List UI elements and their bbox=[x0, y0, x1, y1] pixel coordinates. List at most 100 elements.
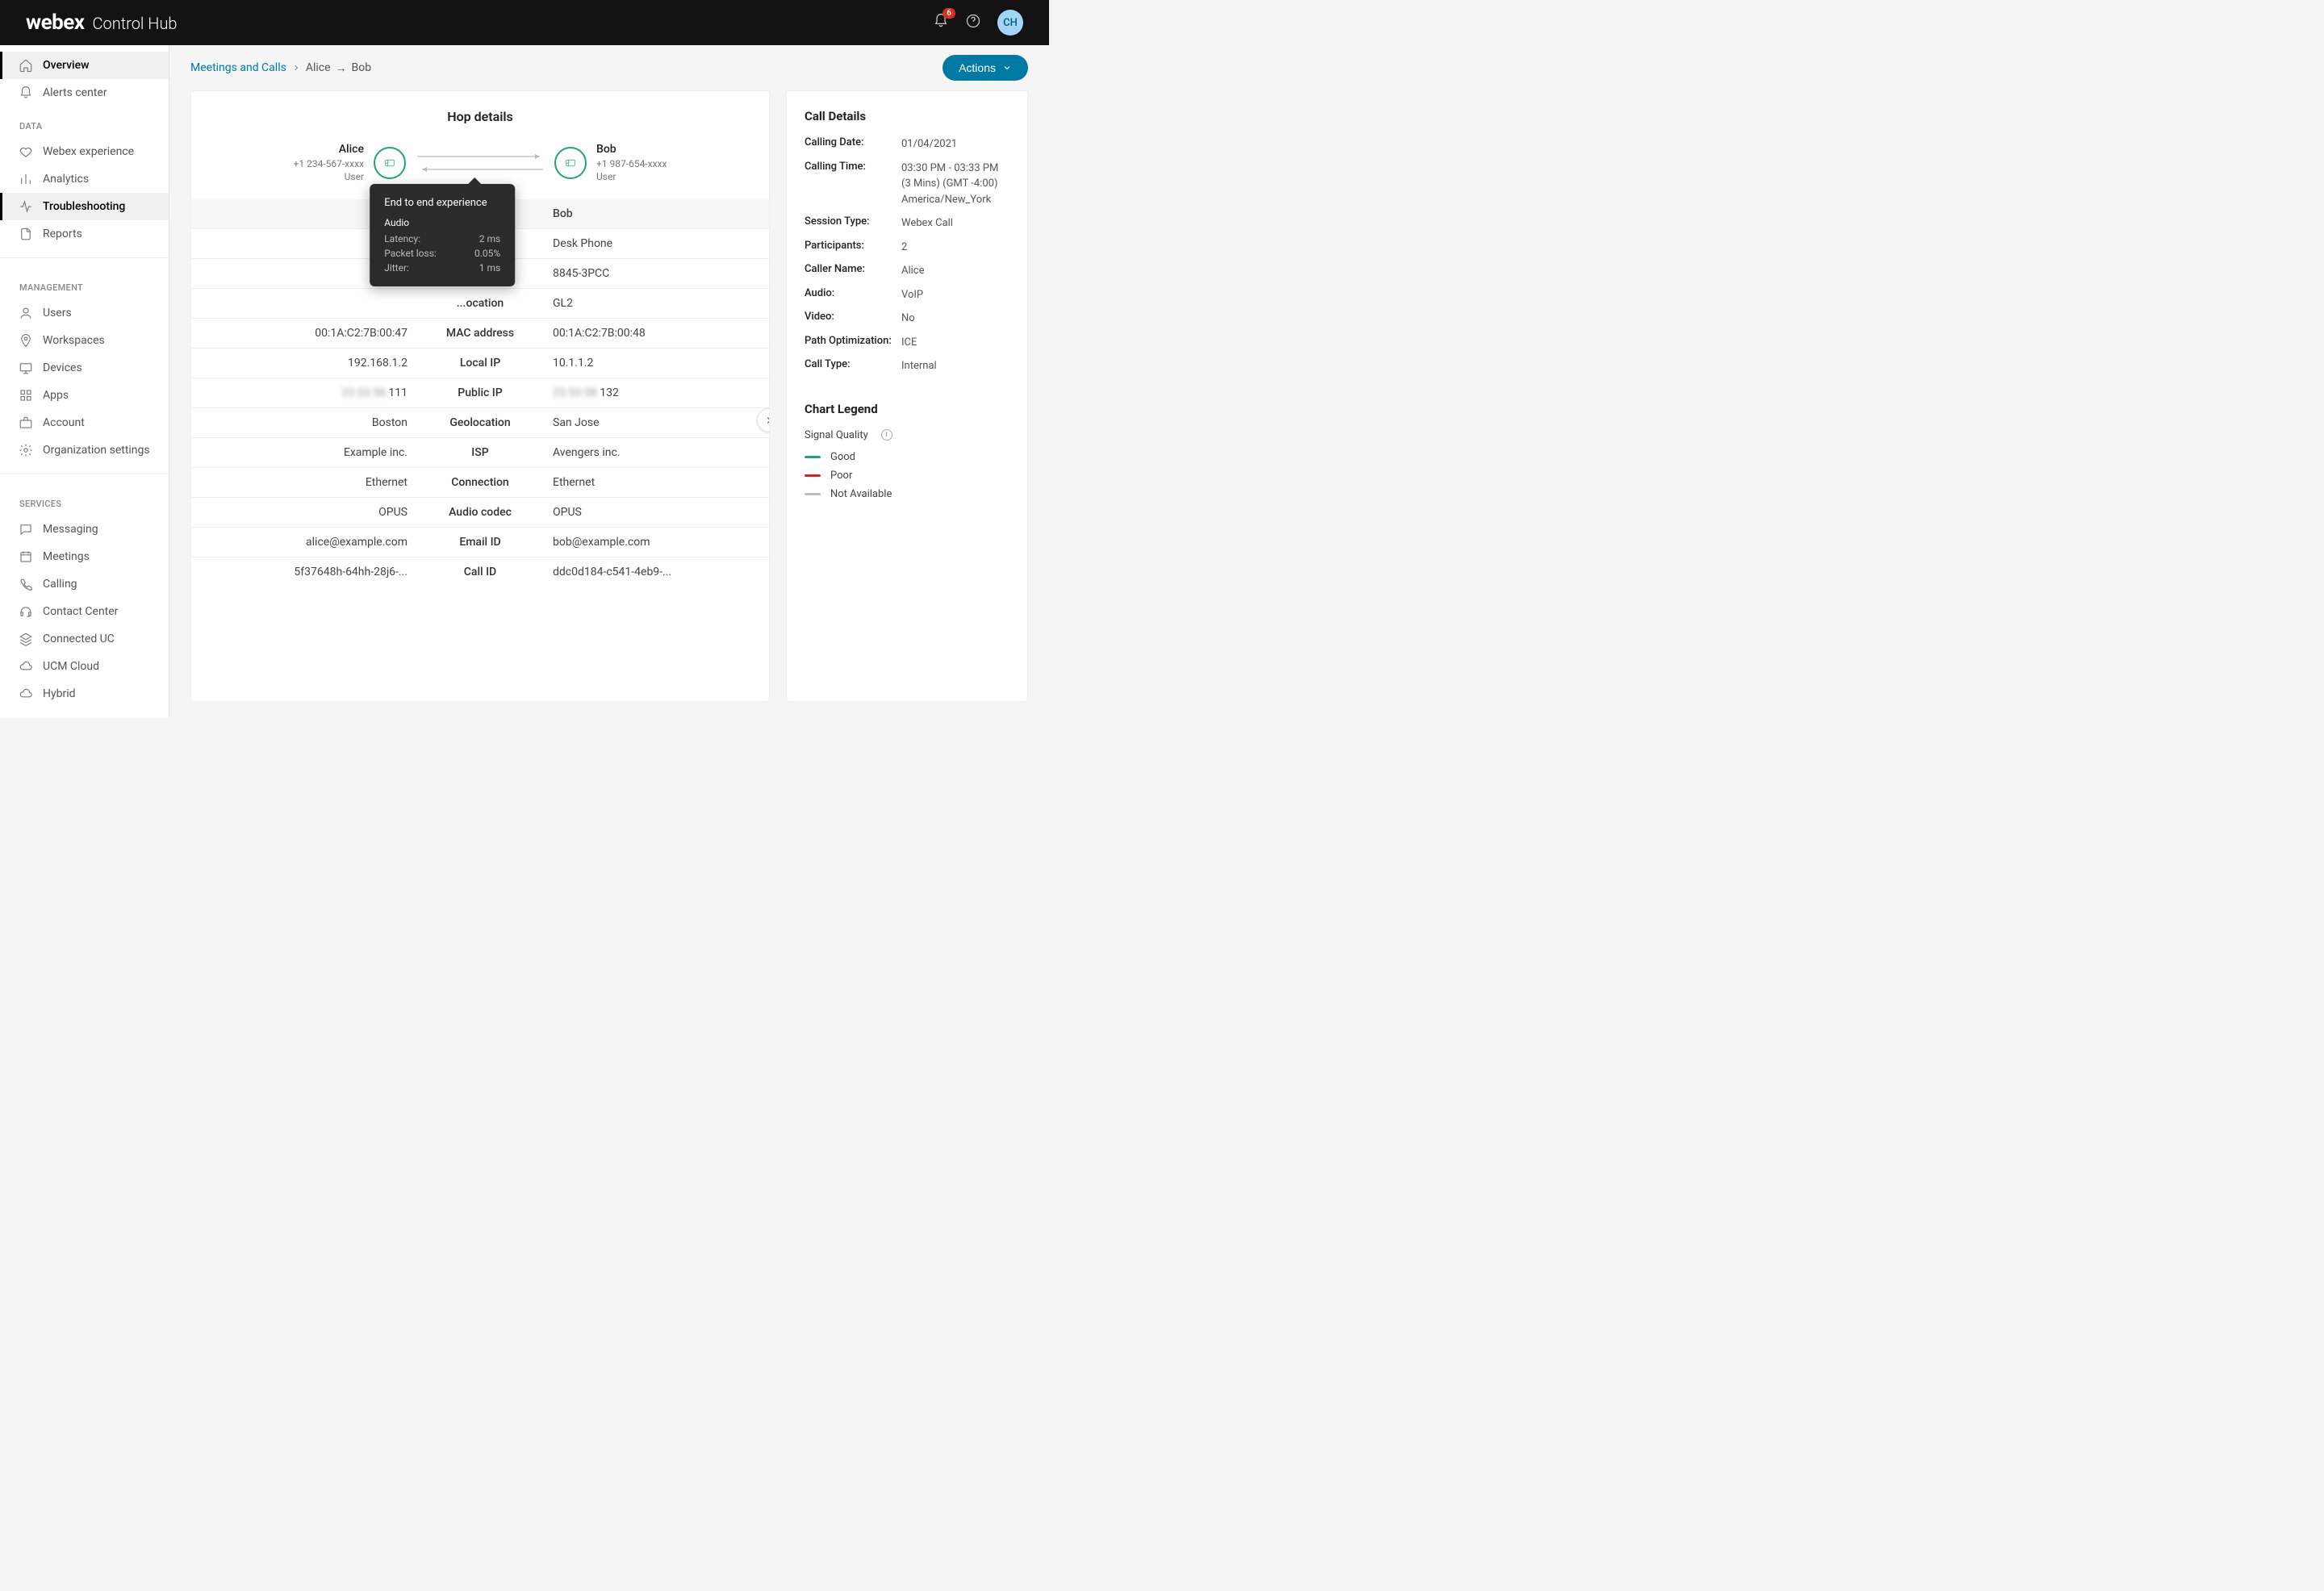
hop-cell-bob: Desk Phone bbox=[553, 237, 750, 250]
sidebar-item-meetings[interactable]: Meetings bbox=[0, 543, 169, 570]
detail-row: Call Type:Internal bbox=[805, 358, 1009, 374]
hop-arrows bbox=[416, 152, 545, 173]
breadcrumb-root[interactable]: Meetings and Calls bbox=[190, 61, 286, 74]
legend-swatch bbox=[805, 493, 821, 495]
detail-value: 03:30 PM - 03:33 PM (3 Mins) (GMT -4:00)… bbox=[901, 161, 1009, 208]
hop-cell-alice: 23.53.58.111 bbox=[211, 386, 408, 399]
sidebar-item-alerts[interactable]: Alerts center bbox=[0, 79, 169, 106]
arrow-right-icon bbox=[416, 152, 545, 161]
hop-cell-alice: alice@example.com bbox=[211, 536, 408, 549]
sidebar-item-label: Contact Center bbox=[43, 605, 118, 618]
hop-cell-bob: Avengers inc. bbox=[553, 446, 750, 459]
sidebar-item-overview[interactable]: Overview bbox=[0, 52, 169, 79]
chat-icon bbox=[19, 522, 33, 537]
hop-cell-alice: 5f37648h-64hh-28j6-... bbox=[211, 566, 408, 578]
detail-key: Video: bbox=[805, 311, 901, 327]
sidebar-item-analytics[interactable]: Analytics bbox=[0, 165, 169, 193]
sidebar-item-org-settings[interactable]: Organization settings bbox=[0, 436, 169, 464]
sidebar-item-label: Users bbox=[43, 307, 72, 319]
main: Meetings and Calls Alice → Bob Actions H… bbox=[169, 45, 1049, 718]
hop-table-row: BostonGeolocationSan Jose bbox=[191, 407, 769, 437]
party-bob-phone: +1 987-654-xxxx bbox=[596, 157, 667, 170]
detail-row: Path Optimization:ICE bbox=[805, 335, 1009, 351]
device-icon bbox=[382, 156, 397, 170]
sidebar-item-webex-experience[interactable]: Webex experience bbox=[0, 138, 169, 165]
detail-key: Path Optimization: bbox=[805, 335, 901, 351]
sidebar-item-reports[interactable]: Reports bbox=[0, 220, 169, 248]
hop-cell-metric: Geolocation bbox=[408, 416, 553, 429]
sidebar-item-calling[interactable]: Calling bbox=[0, 570, 169, 598]
user-icon bbox=[19, 306, 33, 320]
hop-table-row: ...ocationGL2 bbox=[191, 288, 769, 318]
chevron-right-icon bbox=[763, 415, 770, 426]
sidebar-section-data: DATA bbox=[0, 106, 169, 138]
tooltip-title: End to end experience bbox=[384, 197, 500, 209]
sidebar-item-hybrid[interactable]: Hybrid bbox=[0, 680, 169, 708]
hop-table-row: 23.53.58.111Public IP23.53.58.132 bbox=[191, 378, 769, 407]
sidebar-item-label: Alerts center bbox=[43, 86, 107, 99]
call-details-title: Call Details bbox=[805, 109, 1009, 123]
detail-value: Webex Call bbox=[901, 215, 1009, 232]
detail-key: Calling Date: bbox=[805, 136, 901, 152]
chevron-right-icon bbox=[291, 63, 301, 73]
sidebar-item-workspaces[interactable]: Workspaces bbox=[0, 327, 169, 354]
hop-table-row: EthernetConnectionEthernet bbox=[191, 467, 769, 497]
info-icon[interactable]: i bbox=[881, 429, 892, 441]
detail-key: Call Type: bbox=[805, 358, 901, 374]
topbar: Meetings and Calls Alice → Bob Actions bbox=[169, 45, 1049, 90]
sidebar-item-ucm-cloud[interactable]: UCM Cloud bbox=[0, 653, 169, 680]
hop-cell-metric: Email ID bbox=[408, 536, 553, 549]
help-button[interactable] bbox=[965, 13, 981, 32]
party-alice-role: User bbox=[294, 170, 364, 183]
grid-icon bbox=[19, 388, 33, 403]
sidebar-section-management: MANAGEMENT bbox=[0, 268, 169, 299]
sidebar: Overview Alerts center DATA Webex experi… bbox=[0, 45, 169, 718]
heart-icon bbox=[19, 144, 33, 159]
header-actions: 6 CH bbox=[933, 10, 1023, 35]
sidebar-item-devices[interactable]: Devices bbox=[0, 354, 169, 382]
hop-cell-alice: Ethernet bbox=[211, 476, 408, 489]
sidebar-item-users[interactable]: Users bbox=[0, 299, 169, 327]
arrow-right-icon: → bbox=[336, 61, 347, 75]
hop-cell-bob: OPUS bbox=[553, 506, 750, 519]
sidebar-item-troubleshooting[interactable]: Troubleshooting bbox=[0, 193, 169, 220]
calendar-icon bbox=[19, 549, 33, 564]
detail-key: Calling Time: bbox=[805, 161, 901, 208]
sidebar-item-label: Hybrid bbox=[43, 687, 76, 700]
sidebar-item-label: Workspaces bbox=[43, 334, 105, 347]
actions-label: Actions bbox=[959, 61, 996, 74]
actions-button[interactable]: Actions bbox=[943, 55, 1028, 81]
detail-row: Participants:2 bbox=[805, 240, 1009, 256]
avatar[interactable]: CH bbox=[997, 10, 1023, 35]
hop-table-row: 192.168.1.2Local IP10.1.1.2 bbox=[191, 348, 769, 378]
sidebar-item-account[interactable]: Account bbox=[0, 409, 169, 436]
hop-cell-metric: ...ocation bbox=[408, 297, 553, 310]
notifications-button[interactable]: 6 bbox=[933, 13, 949, 32]
detail-key: Participants: bbox=[805, 240, 901, 256]
cloud-icon bbox=[19, 687, 33, 701]
hop-cell-metric: Connection bbox=[408, 476, 553, 489]
detail-value: Internal bbox=[901, 358, 1009, 374]
hop-cell-bob: 00:1A:C2:7B:00:48 bbox=[553, 327, 750, 340]
legend-swatch bbox=[805, 456, 821, 458]
legend-signal-quality: Signal Quality i bbox=[805, 429, 1009, 441]
sidebar-item-connected-uc[interactable]: Connected UC bbox=[0, 625, 169, 653]
phone-icon bbox=[19, 577, 33, 591]
detail-value: 2 bbox=[901, 240, 1009, 256]
hop-tooltip: End to end experience Audio Latency:2 ms… bbox=[370, 184, 515, 286]
tooltip-row: Latency:2 ms bbox=[384, 233, 500, 244]
detail-value: 01/04/2021 bbox=[901, 136, 1009, 152]
hop-node-alice[interactable] bbox=[374, 147, 406, 179]
tooltip-row: Packet loss:0.05% bbox=[384, 248, 500, 259]
briefcase-icon bbox=[19, 415, 33, 430]
sidebar-item-label: Troubleshooting bbox=[43, 200, 125, 213]
hop-cell-bob: 23.53.58.132 bbox=[553, 386, 750, 399]
sidebar-item-apps[interactable]: Apps bbox=[0, 382, 169, 409]
hop-cell-bob: GL2 bbox=[553, 297, 750, 310]
legend-item: Not Available bbox=[805, 488, 1009, 500]
sidebar-item-contact-center[interactable]: Contact Center bbox=[0, 598, 169, 625]
sidebar-item-messaging[interactable]: Messaging bbox=[0, 516, 169, 543]
hop-details-panel: Hop details Alice +1 234-567-xxxx User bbox=[190, 90, 770, 702]
legend-item: Poor bbox=[805, 470, 1009, 482]
hop-node-bob[interactable] bbox=[554, 147, 587, 179]
